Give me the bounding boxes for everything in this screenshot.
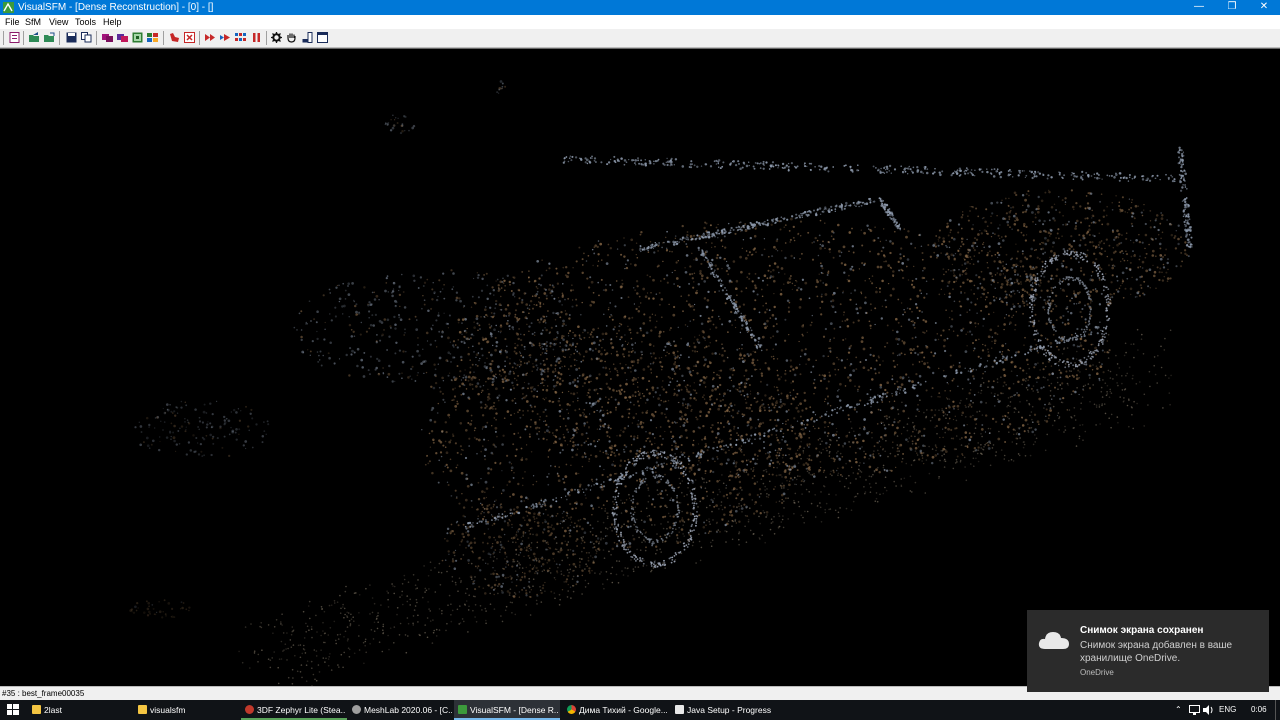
reconstruct-resume-icon[interactable] bbox=[220, 32, 231, 43]
toolbar-separator bbox=[3, 31, 4, 45]
close-icon[interactable] bbox=[184, 32, 195, 43]
show-log-icon[interactable] bbox=[302, 32, 313, 43]
windows-start-icon[interactable] bbox=[0, 700, 26, 720]
network-icon[interactable] bbox=[1189, 705, 1200, 715]
taskbar: 2last visualsfm 3DF Zephyr Lite (Stea...… bbox=[0, 700, 1280, 720]
taskbar-item-visualsfm[interactable]: VisualSFM - [Dense R... bbox=[454, 700, 560, 720]
taskbar-item-2last[interactable]: 2last bbox=[28, 700, 134, 720]
taskbar-item-3df-zephyr[interactable]: 3DF Zephyr Lite (Stea... bbox=[241, 700, 347, 720]
language-indicator[interactable]: ENG bbox=[1219, 700, 1236, 720]
taskbar-item-meshlab[interactable]: MeshLab 2020.06 - [C... bbox=[348, 700, 454, 720]
new-workspace-icon[interactable] bbox=[9, 32, 20, 43]
save-icon[interactable] bbox=[66, 32, 77, 43]
compute-sfm-icon[interactable] bbox=[117, 32, 128, 43]
taskbar-item-label: MeshLab 2020.06 - [C... bbox=[364, 705, 452, 715]
menu-sfm[interactable]: SfM bbox=[25, 16, 41, 28]
pan-hand-icon[interactable] bbox=[286, 32, 297, 43]
meshlab-icon bbox=[352, 705, 361, 714]
notification-title: Снимок экрана сохранен bbox=[1080, 625, 1204, 636]
point-cloud-viewport[interactable] bbox=[0, 48, 1280, 687]
dense-icon[interactable] bbox=[235, 32, 246, 43]
taskbar-item-label: Java Setup - Progress bbox=[687, 705, 772, 715]
taskbar-item-chrome[interactable]: Дима Тихий - Google... bbox=[563, 700, 669, 720]
chrome-icon bbox=[567, 705, 576, 714]
java-icon bbox=[675, 705, 684, 714]
taskbar-item-java-setup[interactable]: Java Setup - Progress bbox=[671, 700, 777, 720]
menu-help[interactable]: Help bbox=[103, 16, 122, 28]
notification-source: OneDrive bbox=[1080, 668, 1114, 677]
title-bar[interactable]: VisualSFM - [Dense Reconstruction] - [0]… bbox=[0, 0, 1280, 15]
notification-body: Снимок экрана добавлен в ваше хранилище … bbox=[1080, 640, 1233, 664]
maximize-button[interactable]: ❐ bbox=[1216, 0, 1248, 15]
clock[interactable]: 0:06 bbox=[1251, 700, 1267, 720]
volume-icon[interactable] bbox=[1203, 705, 1214, 715]
onedrive-notification[interactable]: Снимок экрана сохранен Снимок экрана доб… bbox=[1027, 610, 1269, 692]
menu-tools[interactable]: Tools bbox=[75, 16, 96, 28]
menu-view[interactable]: View bbox=[49, 16, 68, 28]
window-title: VisualSFM - [Dense Reconstruction] - [0]… bbox=[18, 2, 214, 13]
toolbar-separator bbox=[266, 31, 267, 45]
system-tray: ⌃ ENG 0:06 bbox=[1175, 700, 1280, 720]
minimize-button[interactable]: — bbox=[1183, 0, 1215, 15]
open-workspace-icon[interactable] bbox=[44, 32, 55, 43]
taskbar-item-label: visualsfm bbox=[150, 705, 186, 715]
menu-bar: File SfM View Tools Help bbox=[0, 15, 1280, 29]
menu-file[interactable]: File bbox=[5, 16, 20, 28]
settings-gear-icon[interactable] bbox=[271, 32, 282, 43]
match-view-icon[interactable] bbox=[132, 32, 143, 43]
taskbar-item-label: 2last bbox=[44, 705, 62, 715]
folder-icon bbox=[32, 705, 41, 714]
taskbar-item-label: VisualSFM - [Dense R... bbox=[470, 705, 558, 715]
folder-icon bbox=[138, 705, 147, 714]
compute-missing-matches-icon[interactable] bbox=[102, 32, 113, 43]
toolbar-separator bbox=[59, 31, 60, 45]
show-desktop-button[interactable] bbox=[1275, 700, 1280, 720]
visualsfm-app-icon bbox=[3, 2, 14, 13]
status-text: #35 : best_frame00035 bbox=[2, 689, 85, 698]
remove-icon[interactable] bbox=[169, 32, 180, 43]
toolbar bbox=[0, 29, 1280, 48]
onedrive-cloud-icon bbox=[1038, 632, 1069, 649]
toolbar-separator bbox=[23, 31, 24, 45]
show-features-icon[interactable] bbox=[147, 32, 158, 43]
window-toggle-icon[interactable] bbox=[317, 32, 328, 43]
taskbar-item-label: 3DF Zephyr Lite (Stea... bbox=[257, 705, 345, 715]
toolbar-separator bbox=[163, 31, 164, 45]
pause-icon[interactable] bbox=[251, 32, 262, 43]
taskbar-item-visualsfm-folder[interactable]: visualsfm bbox=[134, 700, 240, 720]
copy-icon[interactable] bbox=[81, 32, 92, 43]
visualsfm-icon bbox=[458, 705, 467, 714]
point-cloud-points bbox=[129, 80, 1193, 687]
tray-chevron-icon[interactable]: ⌃ bbox=[1175, 700, 1182, 720]
zephyr-icon bbox=[245, 705, 254, 714]
toolbar-separator bbox=[96, 31, 97, 45]
toolbar-separator bbox=[199, 31, 200, 45]
dense-point-cloud bbox=[129, 80, 1193, 687]
taskbar-item-label: Дима Тихий - Google... bbox=[579, 705, 667, 715]
close-window-button[interactable]: ✕ bbox=[1248, 0, 1280, 15]
reconstruct-sparse-icon[interactable] bbox=[205, 32, 216, 43]
open-multi-images-icon[interactable] bbox=[29, 32, 40, 43]
